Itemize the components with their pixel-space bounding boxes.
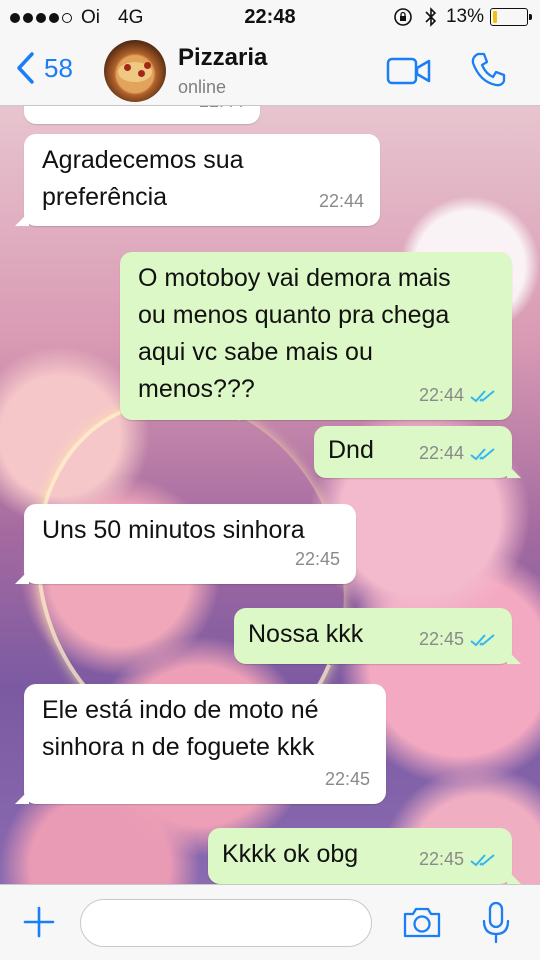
message-meta: 22:44 [199,106,244,120]
message-bubble-incoming[interactable]: Agradecemos sua preferência 22:44 [15,134,380,226]
message-time: 22:45 [294,549,340,569]
message-bubble-outgoing[interactable]: Dnd 22:44 [314,426,521,478]
message-text: Agradecemos sua preferência [42,146,244,211]
video-call-button[interactable] [386,56,432,91]
message-bubble-outgoing[interactable]: Kkkk ok obg 22:45 [208,828,521,884]
video-camera-icon [386,57,431,85]
double-check-icon [470,389,495,402]
message-bubble-outgoing[interactable]: Nossa kkk 22:45 [234,608,521,664]
message-text: Kkkk ok obg [222,840,359,868]
message-text: Nossa kkk [248,620,364,648]
message-time: 22:44 [199,106,244,120]
microphone-icon [482,901,510,944]
message-meta: 22:45 [419,841,496,878]
microphone-button[interactable] [480,901,512,950]
message-time: 22:45 [418,629,464,649]
avatar-topping [124,64,131,71]
message-time: 22:45 [418,849,464,869]
chevron-left-icon [17,52,34,84]
message-bubble-incoming[interactable]: Uns 50 minutos sinhora 22:45 [15,504,356,584]
rotation-lock-icon [394,8,412,26]
input-bar [0,884,540,960]
plus-icon [23,906,55,938]
message-bubble-incoming[interactable]: Ok então 22:44 [24,106,260,124]
status-bar: Oi 4G 22:48 13% [0,0,540,36]
message-text: Ele está indo de moto né sinhora n de fo… [42,696,319,761]
double-check-icon [470,633,495,646]
camera-button[interactable] [402,905,442,944]
attach-button[interactable] [22,905,56,944]
camera-icon [403,907,441,938]
message-text: Uns 50 minutos sinhora [42,516,305,544]
message-time: 22:44 [318,191,364,211]
double-check-icon [470,853,495,866]
chat-area[interactable]: Ok então 22:44 Agradecemos sua preferênc… [0,106,540,884]
message-time: 22:44 [418,385,464,405]
bluetooth-icon [425,7,437,27]
back-button[interactable]: 58 [12,50,73,86]
contact-avatar[interactable] [104,40,166,102]
double-check-icon [470,447,495,460]
message-input[interactable] [80,899,372,947]
message-text: Ok então [42,106,143,115]
message-meta: 22:44 [319,183,364,220]
phone-icon [471,52,506,87]
voice-call-button[interactable] [468,50,508,95]
message-text: Dnd [328,436,374,464]
message-meta: 22:45 [325,761,370,798]
contact-status: online [178,77,227,97]
contact-name[interactable]: Pizzaria [178,44,267,72]
message-meta: 22:45 [295,541,340,578]
avatar-topping [144,62,151,69]
message-bubble-outgoing[interactable]: O motoboy vai demora mais ou menos quant… [120,252,512,420]
message-text: O motoboy vai demora mais ou menos quant… [138,264,451,403]
message-meta: 22:44 [419,435,496,472]
message-meta: 22:44 [419,377,496,414]
chat-header: 58 Pizzaria online [0,36,540,106]
message-time: 22:45 [324,769,370,789]
message-bubble-incoming[interactable]: Ele está indo de moto né sinhora n de fo… [15,684,386,804]
battery-fill [493,11,497,23]
avatar-topping [138,70,145,77]
battery-tip [529,14,532,20]
status-right: 13% [392,6,532,28]
battery-icon [490,8,532,26]
back-count: 58 [44,52,73,83]
message-time: 22:44 [418,443,464,463]
message-meta: 22:45 [419,621,496,658]
battery-percent: 13% [445,6,484,27]
